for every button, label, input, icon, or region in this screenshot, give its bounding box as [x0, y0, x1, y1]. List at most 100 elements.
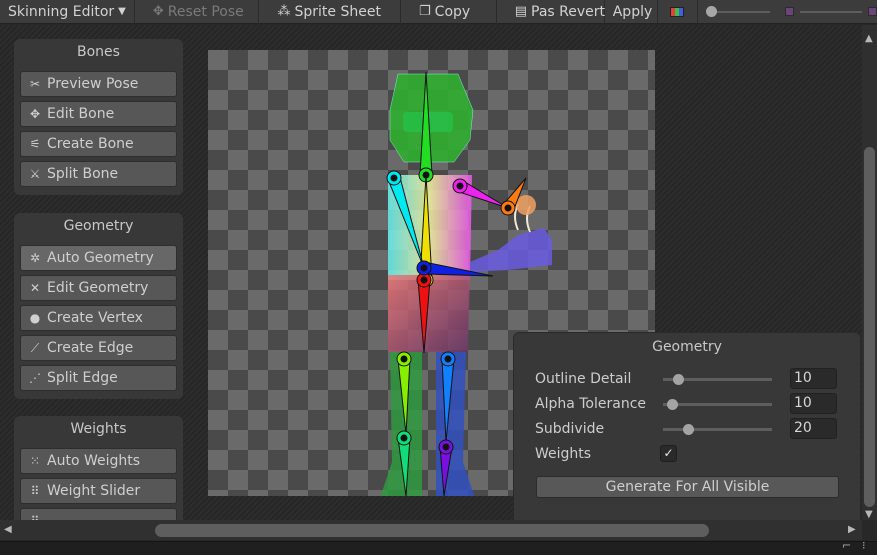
- bone-joint-dot: [420, 276, 428, 284]
- geometry-panel: Geometry ✲ Auto Geometry ✕ Edit Geometry ●…: [14, 213, 183, 399]
- bone-joint-dot: [444, 355, 452, 363]
- split-bone-icon: ⚔: [29, 167, 41, 181]
- edit-bone-icon: ✥: [29, 107, 41, 121]
- slider-handle[interactable]: [672, 374, 684, 385]
- edit-geometry-button[interactable]: ✕ Edit Geometry: [20, 275, 177, 301]
- sprite-sheet-icon: ⁂: [277, 4, 291, 19]
- button-label: Auto Geometry: [47, 250, 154, 266]
- button-label: Edit Bone: [47, 106, 115, 122]
- preview-pose-icon: ✂: [29, 77, 41, 91]
- bone-joint-dot: [400, 434, 408, 442]
- auto-geometry-button[interactable]: ✲ Auto Geometry: [20, 245, 177, 271]
- button-label: Split Edge: [47, 370, 118, 386]
- apply-label: Apply: [612, 3, 653, 20]
- auto-weights-icon: ⁙: [29, 454, 41, 468]
- create-edge-button[interactable]: ⟋ Create Edge: [20, 335, 177, 361]
- button-label: Split Bone: [47, 166, 119, 182]
- weights-panel: Weights ⁙ Auto Weights ⠿ Weight Slider ⠿: [14, 416, 183, 520]
- weights-label: Weights: [535, 446, 592, 462]
- button-label: Auto Weights: [47, 453, 141, 469]
- paste-revert-button[interactable]: ▤ Pas Revert: [497, 0, 605, 24]
- slider-handle[interactable]: [682, 424, 694, 435]
- split-edge-button[interactable]: ⋰ Split Edge: [20, 365, 177, 391]
- bones-panel: Bones ✂ Preview Pose ✥ Edit Bone ⚟ Create B…: [14, 39, 183, 195]
- button-label: Weight Slider: [47, 483, 141, 499]
- alpha-tolerance-field[interactable]: 10: [790, 393, 837, 414]
- hand-mesh: [516, 195, 536, 215]
- button-label: Create Edge: [47, 340, 134, 356]
- alpha-tolerance-label: Alpha Tolerance: [535, 396, 647, 412]
- bowl-mesh: [470, 228, 552, 272]
- geometry-settings-panel: Geometry Outline Detail 10 Alpha Toleran…: [513, 332, 861, 520]
- weights-panel-title: Weights: [70, 421, 127, 437]
- editor-viewport[interactable]: Bones ✂ Preview Pose ✥ Edit Bone ⚟ Create B…: [0, 25, 862, 520]
- paste-icon: ▤: [514, 4, 528, 19]
- toolbar: Skinning Editor ▼ ✥ Reset Pose ⁂ Sprite …: [0, 0, 877, 24]
- create-bone-icon: ⚟: [29, 137, 41, 151]
- sprite-sheet-label: Sprite Sheet: [294, 3, 381, 20]
- bone-joint-dot: [504, 204, 512, 212]
- scroll-left-icon[interactable]: ◀: [4, 524, 12, 535]
- bone-joint-dot: [390, 174, 398, 182]
- create-vertex-icon: ●: [29, 311, 41, 325]
- outline-detail-label: Outline Detail: [535, 371, 632, 387]
- outline-detail-slider[interactable]: [663, 368, 773, 390]
- subdivide-slider[interactable]: [663, 418, 773, 440]
- mode-dropdown[interactable]: Skinning Editor ▼: [0, 0, 135, 24]
- subdivide-label: Subdivide: [535, 421, 605, 437]
- create-edge-icon: ⟋: [30, 340, 40, 355]
- reset-pose-icon: ✥: [152, 4, 164, 19]
- bone-joint-dot: [400, 355, 408, 363]
- lock-icon[interactable]: ⌐: [842, 539, 851, 552]
- scroll-right-icon[interactable]: ▶: [848, 524, 856, 535]
- button-label: Create Vertex: [47, 310, 143, 326]
- horizontal-scroll-thumb[interactable]: [155, 524, 709, 537]
- horizontal-scrollbar[interactable]: ◀ ▶: [0, 520, 862, 540]
- reset-pose-label: Reset Pose: [167, 3, 244, 20]
- mesh-opacity-slider[interactable]: [705, 0, 786, 24]
- paste-revert-label: Pas Revert: [531, 3, 606, 20]
- bone-joint-dot: [420, 264, 428, 272]
- bones-panel-title: Bones: [77, 44, 120, 60]
- slider-handle[interactable]: [666, 399, 678, 410]
- weight-slider-button[interactable]: ⠿ Weight Slider: [20, 478, 177, 504]
- copy-icon: ❐: [419, 4, 431, 19]
- rgb-channels-icon: [670, 6, 685, 17]
- weight-brush-button[interactable]: ⠿: [20, 508, 177, 520]
- sprite-sheet-button[interactable]: ⁂ Sprite Sheet: [259, 0, 402, 24]
- geometry-settings-title: Geometry: [652, 339, 722, 355]
- bone-joint-dot: [442, 443, 450, 451]
- auto-weights-button[interactable]: ⁙ Auto Weights: [20, 448, 177, 474]
- edit-bone-button[interactable]: ✥ Edit Bone: [20, 101, 177, 127]
- reset-pose-button[interactable]: ✥ Reset Pose: [135, 0, 260, 24]
- vertical-scrollbar[interactable]: ▲ ▼: [862, 25, 877, 520]
- generate-for-all-visible-button[interactable]: Generate For All Visible: [536, 476, 839, 498]
- bone-joint-dot: [456, 182, 464, 190]
- copy-button[interactable]: ❐ Copy: [401, 0, 497, 24]
- button-label: Edit Geometry: [47, 280, 149, 296]
- weights-checkbox[interactable]: ✓: [660, 445, 677, 462]
- vertical-scroll-thumb[interactable]: [864, 147, 875, 507]
- create-vertex-button[interactable]: ● Create Vertex: [20, 305, 177, 331]
- more-options-icon[interactable]: ⁝: [862, 539, 866, 552]
- alpha-tolerance-slider[interactable]: [663, 393, 773, 415]
- preview-pose-button[interactable]: ✂ Preview Pose: [20, 71, 177, 97]
- copy-label: Copy: [434, 3, 471, 20]
- weight-opacity-slider[interactable]: [800, 0, 868, 24]
- checkmark-icon: ✓: [663, 446, 674, 460]
- color-channels-toggle[interactable]: [658, 0, 698, 24]
- slider-handle[interactable]: [705, 5, 717, 17]
- scroll-up-icon[interactable]: ▲: [865, 33, 873, 44]
- button-label: Preview Pose: [47, 76, 139, 92]
- outline-detail-field[interactable]: 10: [790, 368, 837, 389]
- auto-geometry-icon: ✲: [29, 251, 41, 265]
- subdivide-field[interactable]: 20: [790, 418, 837, 439]
- scroll-down-icon[interactable]: ▼: [865, 509, 873, 520]
- weight-slider-icon: ⠿: [30, 484, 40, 498]
- split-bone-button[interactable]: ⚔ Split Bone: [20, 161, 177, 187]
- chevron-down-icon: ▼: [118, 6, 126, 17]
- create-bone-button[interactable]: ⚟ Create Bone: [20, 131, 177, 157]
- split-edge-icon: ⋰: [29, 371, 41, 385]
- apply-button[interactable]: Apply: [605, 0, 658, 24]
- edit-geometry-icon: ✕: [29, 281, 41, 295]
